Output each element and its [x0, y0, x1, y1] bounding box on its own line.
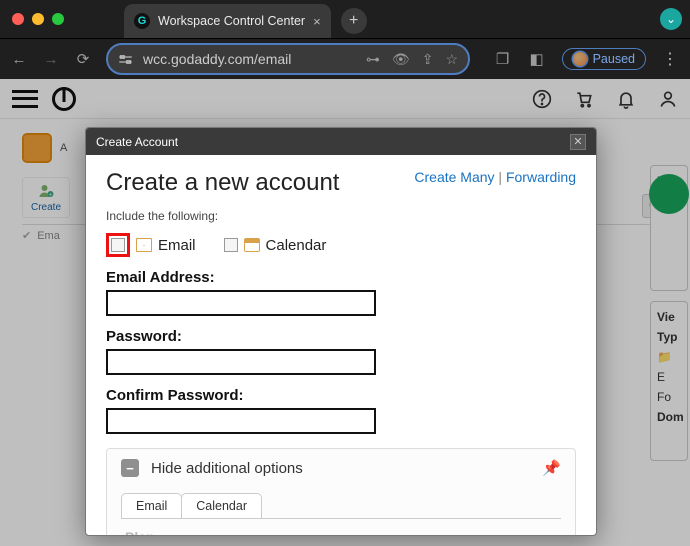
new-tab-button[interactable]: + [341, 8, 367, 34]
confirm-password-field: Confirm Password: [106, 387, 576, 434]
collapse-button[interactable]: − [121, 459, 139, 477]
url-text: wcc.godaddy.com/email [143, 51, 291, 67]
dialog-body: Create a new account Create Many | Forwa… [86, 155, 596, 535]
inner-tab-email[interactable]: Email [121, 493, 182, 518]
dialog-title: Create Account [96, 135, 178, 149]
include-options: Email Calendar [106, 233, 576, 257]
side-panel-icon[interactable]: ◧ [528, 50, 546, 68]
email-input[interactable] [106, 290, 376, 316]
email-field-label: Email Address: [106, 269, 576, 286]
profile-avatar-icon [573, 52, 587, 66]
eye-off-icon[interactable]: 👁︎ [392, 51, 410, 68]
tab-favicon-icon: G [134, 13, 150, 29]
include-label: Include the following: [106, 209, 576, 223]
tab-close-icon[interactable]: × [313, 14, 321, 29]
dialog-close-button[interactable]: ✕ [570, 134, 586, 150]
dialog-links: Create Many | Forwarding [414, 169, 576, 185]
forward-icon[interactable]: → [42, 51, 60, 68]
tab-title: Workspace Control Center [158, 14, 305, 28]
reload-icon[interactable]: ⟳ [74, 50, 92, 68]
email-field: Email Address: [106, 269, 576, 316]
browser-titlebar: G Workspace Control Center × + ⌄ [0, 0, 690, 38]
plan-label: Plan: [121, 518, 561, 535]
extensions-icon[interactable]: ❐ [494, 50, 512, 68]
calendar-icon [244, 238, 260, 252]
additional-options-panel: − Hide additional options 📌 Email Calend… [106, 448, 576, 535]
password-input[interactable] [106, 349, 376, 375]
window-controls [12, 13, 64, 25]
password-field: Password: [106, 328, 576, 375]
browser-toolbar: ← → ⟳ wcc.godaddy.com/email ⊶ 👁︎ ⇪ ☆ ❐ ◧… [0, 38, 690, 79]
password-field-label: Password: [106, 328, 576, 345]
profile-chevron-icon[interactable]: ⌄ [660, 8, 682, 30]
confirm-password-input[interactable] [106, 408, 376, 434]
browser-tab[interactable]: G Workspace Control Center × [124, 4, 331, 38]
address-bar[interactable]: wcc.godaddy.com/email ⊶ 👁︎ ⇪ ☆ [106, 43, 470, 75]
dialog-titlebar: Create Account ✕ [86, 128, 596, 155]
dialog-heading: Create a new account [106, 169, 339, 197]
include-email-option[interactable]: Email [106, 233, 196, 257]
profile-paused-chip[interactable]: Paused [562, 48, 646, 70]
browser-menu-icon[interactable]: ⋮ [662, 49, 680, 69]
envelope-icon [136, 238, 152, 252]
back-icon[interactable]: ← [10, 51, 28, 68]
create-account-dialog: Create Account ✕ Create a new account Cr… [85, 127, 597, 536]
pin-icon[interactable]: 📌 [542, 459, 561, 477]
site-settings-icon[interactable] [118, 52, 133, 67]
paused-label: Paused [593, 52, 635, 66]
bookmark-star-icon[interactable]: ☆ [445, 51, 458, 68]
omnibox-actions: ⊶ 👁︎ ⇪ ☆ [366, 51, 458, 68]
window-zoom-dot[interactable] [52, 13, 64, 25]
share-icon[interactable]: ⇪ [422, 51, 434, 68]
key-icon[interactable]: ⊶ [366, 51, 380, 68]
calendar-checkbox[interactable] [224, 238, 238, 252]
highlight-box [106, 233, 130, 257]
inner-tab-calendar[interactable]: Calendar [181, 493, 262, 518]
include-calendar-option[interactable]: Calendar [224, 237, 327, 254]
window-close-dot[interactable] [12, 13, 24, 25]
forwarding-link[interactable]: Forwarding [506, 169, 576, 185]
browser-chrome: G Workspace Control Center × + ⌄ ← → ⟳ w… [0, 0, 690, 79]
calendar-option-label: Calendar [266, 237, 327, 254]
email-option-label: Email [158, 237, 196, 254]
additional-options-title: Hide additional options [151, 460, 303, 477]
inner-tabs: Email Calendar [121, 493, 561, 518]
email-checkbox[interactable] [111, 238, 125, 252]
window-minimize-dot[interactable] [32, 13, 44, 25]
link-separator: | [495, 169, 506, 185]
create-many-link[interactable]: Create Many [414, 169, 494, 185]
confirm-password-field-label: Confirm Password: [106, 387, 576, 404]
